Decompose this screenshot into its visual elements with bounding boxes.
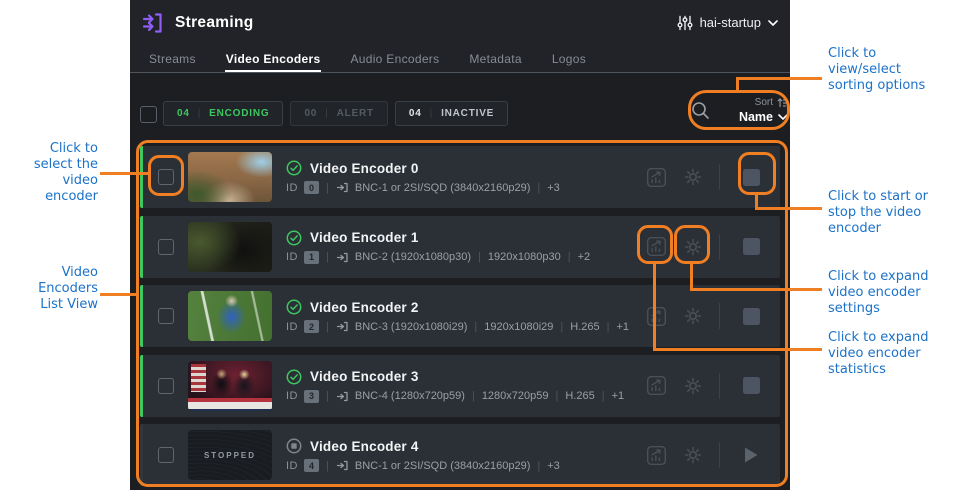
annotation-ring-list xyxy=(136,140,788,487)
page-title: Streaming xyxy=(175,14,254,32)
tab-streams[interactable]: Streams xyxy=(148,45,197,72)
filter-separator: | xyxy=(325,108,328,119)
filter-count: 00 xyxy=(304,108,317,119)
filter-label: ENCODING xyxy=(209,108,269,119)
tab-audio-encoders[interactable]: Audio Encoders xyxy=(349,45,440,72)
filter-separator: | xyxy=(430,108,433,119)
app-header: Streaming hai-startup xyxy=(130,0,790,45)
annotation-ring-settings xyxy=(674,225,710,264)
filter-encoding-button[interactable]: 04 | ENCODING xyxy=(163,101,283,126)
status-filters: 04 | ENCODING 00 | ALERT 04 | INACTIVE xyxy=(163,101,508,126)
filter-alert-button[interactable]: 00 | ALERT xyxy=(290,101,387,126)
filter-label: ALERT xyxy=(337,108,374,119)
annotation-sorting-options: Click to view/select sorting options xyxy=(828,46,958,94)
annotation-line-settings xyxy=(690,263,693,291)
account-menu[interactable]: hai-startup xyxy=(677,15,778,31)
select-all-checkbox[interactable] xyxy=(140,106,157,123)
sliders-icon xyxy=(677,15,693,31)
filter-count: 04 xyxy=(409,108,422,119)
annotation-line-listview xyxy=(100,293,136,296)
account-name: hai-startup xyxy=(700,15,761,30)
annotation-line-sort xyxy=(736,77,822,80)
tab-logos[interactable]: Logos xyxy=(551,45,587,72)
tab-metadata[interactable]: Metadata xyxy=(468,45,522,72)
filter-label: INACTIVE xyxy=(441,108,494,119)
annotation-start-stop: Click to start or stop the video encoder xyxy=(828,189,963,237)
streaming-logo-icon xyxy=(140,10,166,36)
annotation-settings: Click to expand video encoder settings xyxy=(828,269,963,317)
annotation-line-statistics xyxy=(653,348,822,351)
annotation-ring-sort xyxy=(688,90,790,130)
filter-separator: | xyxy=(198,108,201,119)
tab-video-encoders[interactable]: Video Encoders xyxy=(225,45,322,72)
annotation-line-sort xyxy=(736,77,739,92)
annotation-ring-stop-button xyxy=(738,152,776,195)
annotation-ring-statistics xyxy=(637,225,673,264)
tab-bar: Streams Video Encoders Audio Encoders Me… xyxy=(130,45,790,73)
annotation-select-encoder: Click to select the video encoder xyxy=(8,141,98,205)
filter-count: 04 xyxy=(177,108,190,119)
annotation-line-settings xyxy=(690,288,822,291)
annotation-ring-checkbox xyxy=(148,155,184,196)
annotation-statistics: Click to expand video encoder statistics xyxy=(828,330,963,378)
annotation-line-select xyxy=(100,172,148,175)
annotation-list-view: Video Encoders List View xyxy=(8,265,98,313)
annotation-line-statistics xyxy=(653,263,656,351)
annotation-line-stop xyxy=(755,207,822,210)
filter-inactive-button[interactable]: 04 | INACTIVE xyxy=(395,101,508,126)
chevron-down-icon xyxy=(768,20,778,26)
